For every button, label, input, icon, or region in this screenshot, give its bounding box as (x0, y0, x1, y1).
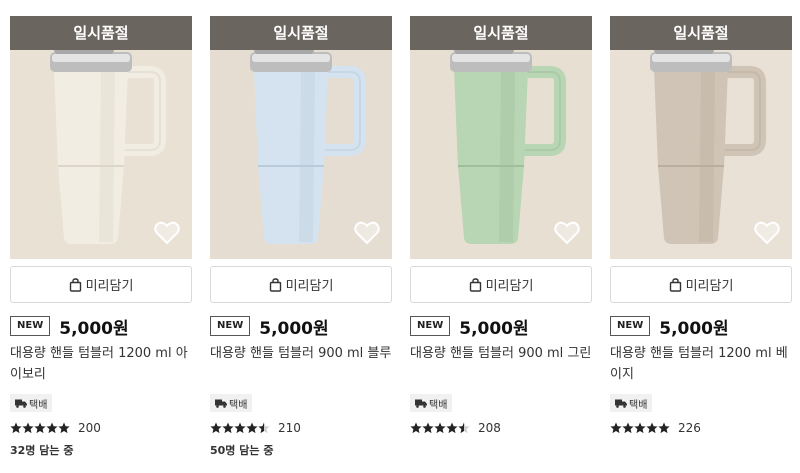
pre-cart-label: 미리담기 (285, 279, 334, 294)
star-icon (658, 422, 670, 434)
shipping-badge: 택배 (610, 394, 653, 412)
star-icon (610, 422, 622, 434)
review-count: 208 (478, 421, 501, 435)
product-price: 5,000원 (459, 318, 529, 339)
new-badge: NEW (210, 316, 251, 336)
shipping-label: 택배 (629, 399, 648, 411)
star-icon (410, 422, 422, 434)
product-image[interactable]: 일시품절 (210, 16, 392, 259)
product-image[interactable]: 일시품절 (10, 16, 192, 259)
star-icon (446, 422, 458, 434)
price-row: NEW 5,000원 (410, 314, 529, 339)
star-icon (246, 422, 258, 434)
product-name[interactable]: 대용량 핸들 텀블러 1200 ml 아이보리 (10, 343, 192, 385)
star-icon (234, 422, 246, 434)
pre-cart-button[interactable]: 미리담기 (610, 266, 792, 303)
product-card[interactable]: 일시품절미리담기 NEW 5,000원대용량 핸들 텀블러 1200 ml 베이지택… (610, 0, 792, 473)
rating: 210 (210, 421, 301, 435)
star-icon (34, 422, 46, 434)
soldout-banner: 일시품절 (210, 16, 392, 50)
product-card[interactable]: 일시품절미리담기 NEW 5,000원대용량 핸들 텀블러 1200 ml 아이보리… (10, 0, 192, 473)
star-rating (410, 422, 470, 434)
pre-cart-button[interactable]: 미리담기 (10, 266, 192, 303)
shopping-bag-icon (69, 277, 82, 292)
shipping-badge: 택배 (410, 394, 453, 412)
product-price: 5,000원 (59, 318, 129, 339)
product-image[interactable]: 일시품절 (410, 16, 592, 259)
in-cart-count: 32명 담는 중 (10, 444, 74, 457)
shipping-label: 택배 (229, 399, 248, 411)
pre-cart-label: 미리담기 (685, 279, 734, 294)
review-count: 210 (278, 421, 301, 435)
rating: 226 (610, 421, 701, 435)
truck-icon (215, 399, 227, 408)
heart-icon[interactable] (154, 221, 180, 245)
shipping-badge: 택배 (10, 394, 53, 412)
product-card[interactable]: 일시품절미리담기 NEW 5,000원대용량 핸들 텀블러 900 ml 그린택배 2… (410, 0, 592, 473)
shipping-badge: 택배 (210, 394, 253, 412)
star-icon (634, 422, 646, 434)
star-icon (422, 422, 434, 434)
heart-icon[interactable] (554, 221, 580, 245)
shopping-bag-icon (669, 277, 682, 292)
star-icon (646, 422, 658, 434)
product-price: 5,000원 (659, 318, 729, 339)
star-icon (458, 422, 470, 434)
shopping-bag-icon (469, 277, 482, 292)
price-row: NEW 5,000원 (10, 314, 129, 339)
rating: 208 (410, 421, 501, 435)
in-cart-count: 50명 담는 중 (210, 444, 274, 457)
new-badge: NEW (410, 316, 451, 336)
star-icon (434, 422, 446, 434)
star-rating (210, 422, 270, 434)
product-price: 5,000원 (259, 318, 329, 339)
star-icon (58, 422, 70, 434)
price-row: NEW 5,000원 (210, 314, 329, 339)
star-icon (622, 422, 634, 434)
price-row: NEW 5,000원 (610, 314, 729, 339)
review-count: 226 (678, 421, 701, 435)
soldout-banner: 일시품절 (610, 16, 792, 50)
shipping-label: 택배 (429, 399, 448, 411)
star-icon (210, 422, 222, 434)
new-badge: NEW (610, 316, 651, 336)
pre-cart-button[interactable]: 미리담기 (410, 266, 592, 303)
product-image[interactable]: 일시품절 (610, 16, 792, 259)
star-icon (22, 422, 34, 434)
heart-icon[interactable] (754, 221, 780, 245)
star-rating (610, 422, 670, 434)
product-name[interactable]: 대용량 핸들 텀블러 1200 ml 베이지 (610, 343, 792, 385)
rating: 200 (10, 421, 101, 435)
heart-icon[interactable] (354, 221, 380, 245)
new-badge: NEW (10, 316, 51, 336)
star-icon (10, 422, 22, 434)
star-icon (46, 422, 58, 434)
shipping-label: 택배 (29, 399, 48, 411)
soldout-banner: 일시품절 (410, 16, 592, 50)
product-name[interactable]: 대용량 핸들 텀블러 900 ml 그린 (410, 343, 592, 364)
truck-icon (415, 399, 427, 408)
product-card[interactable]: 일시품절미리담기 NEW 5,000원대용량 핸들 텀블러 900 ml 블루택배 2… (210, 0, 392, 473)
truck-icon (615, 399, 627, 408)
product-name[interactable]: 대용량 핸들 텀블러 900 ml 블루 (210, 343, 392, 364)
pre-cart-button[interactable]: 미리담기 (210, 266, 392, 303)
shopping-bag-icon (269, 277, 282, 292)
soldout-banner: 일시품절 (10, 16, 192, 50)
review-count: 200 (78, 421, 101, 435)
star-icon (258, 422, 270, 434)
truck-icon (15, 399, 27, 408)
pre-cart-label: 미리담기 (85, 279, 134, 294)
pre-cart-label: 미리담기 (485, 279, 534, 294)
star-icon (222, 422, 234, 434)
star-rating (10, 422, 70, 434)
